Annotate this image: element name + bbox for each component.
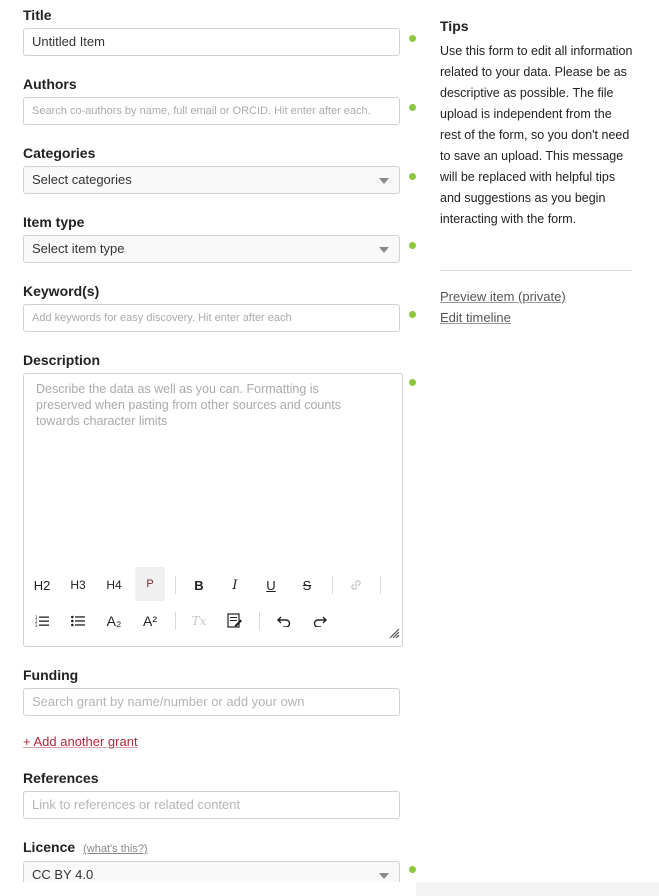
toolbar-divider <box>380 576 381 594</box>
superscript-button[interactable]: A² <box>135 606 165 636</box>
authors-status-dot <box>409 104 416 111</box>
bullet-list-icon[interactable] <box>63 606 93 636</box>
svg-text:3: 3 <box>35 623 38 627</box>
funding-input[interactable]: Search grant by name/number or add your … <box>23 688 400 716</box>
chevron-down-icon <box>379 873 389 879</box>
paragraph-button[interactable]: P <box>135 567 165 601</box>
toolbar-divider <box>175 576 176 594</box>
keywords-input[interactable]: Add keywords for easy discovery. Hit ent… <box>23 304 400 332</box>
categories-select[interactable]: Select categories <box>23 166 400 194</box>
add-grant-link[interactable]: + Add another grant <box>23 734 138 749</box>
chevron-down-icon <box>379 247 389 253</box>
undo-icon[interactable] <box>269 606 299 636</box>
tips-divider <box>440 270 632 271</box>
item-type-status-dot <box>409 242 416 249</box>
title-input[interactable]: Untitled Item <box>23 28 400 56</box>
references-label: References <box>23 770 99 786</box>
description-status-dot <box>409 379 416 386</box>
toolbar-divider <box>259 612 260 630</box>
categories-label: Categories <box>23 145 96 161</box>
licence-status-dot <box>409 866 416 873</box>
chevron-down-icon <box>379 178 389 184</box>
ordered-list-icon[interactable]: 123 <box>27 606 57 636</box>
clear-formatting-button[interactable]: Tx <box>184 606 214 636</box>
bottom-overlay-left <box>0 882 416 896</box>
title-label: Title <box>23 7 52 23</box>
tips-text: Use this form to edit all information re… <box>440 44 633 226</box>
description-label: Description <box>23 352 101 368</box>
bold-button[interactable]: B <box>184 570 214 600</box>
funding-label: Funding <box>23 667 79 683</box>
description-placeholder: Describe the data as well as you can. Fo… <box>36 382 342 428</box>
italic-button[interactable]: I <box>220 570 250 600</box>
description-editor[interactable]: Describe the data as well as you can. Fo… <box>23 373 403 647</box>
strikethrough-button[interactable]: S <box>292 570 322 600</box>
edit-timeline-link[interactable]: Edit timeline <box>440 310 511 325</box>
keywords-label: Keyword(s) <box>23 283 100 299</box>
redo-icon[interactable] <box>305 606 335 636</box>
toolbar-divider <box>175 612 176 630</box>
heading-2-button[interactable]: H2 <box>27 570 57 600</box>
underline-button[interactable]: U <box>256 570 286 600</box>
toolbar-divider <box>332 576 333 594</box>
source-edit-icon[interactable] <box>220 606 250 636</box>
title-status-dot <box>409 35 416 42</box>
authors-input[interactable]: Search co-authors by name, full email or… <box>23 97 400 125</box>
tips-title: Tips <box>440 18 469 34</box>
item-type-select[interactable]: Select item type <box>23 235 400 263</box>
resize-handle-icon[interactable] <box>388 626 400 644</box>
item-type-label: Item type <box>23 214 85 230</box>
licence-help-link[interactable]: (what's this?) <box>83 843 147 855</box>
keywords-status-dot <box>409 311 416 318</box>
categories-status-dot <box>409 173 416 180</box>
subscript-button[interactable]: A₂ <box>99 606 129 636</box>
bottom-overlay <box>0 882 659 896</box>
categories-select-value: Select categories <box>32 172 132 187</box>
licence-label-row: Licence (what's this?) <box>23 839 148 855</box>
licence-label: Licence <box>23 839 76 855</box>
references-input[interactable]: Link to references or related content <box>23 791 400 819</box>
heading-4-button[interactable]: H4 <box>99 570 129 600</box>
licence-select-value: CC BY 4.0 <box>32 867 94 882</box>
item-type-select-value: Select item type <box>32 241 125 256</box>
link-icon[interactable] <box>341 570 371 600</box>
preview-item-link[interactable]: Preview item (private) <box>440 289 566 304</box>
heading-3-button[interactable]: H3 <box>63 570 93 600</box>
authors-label: Authors <box>23 76 77 92</box>
